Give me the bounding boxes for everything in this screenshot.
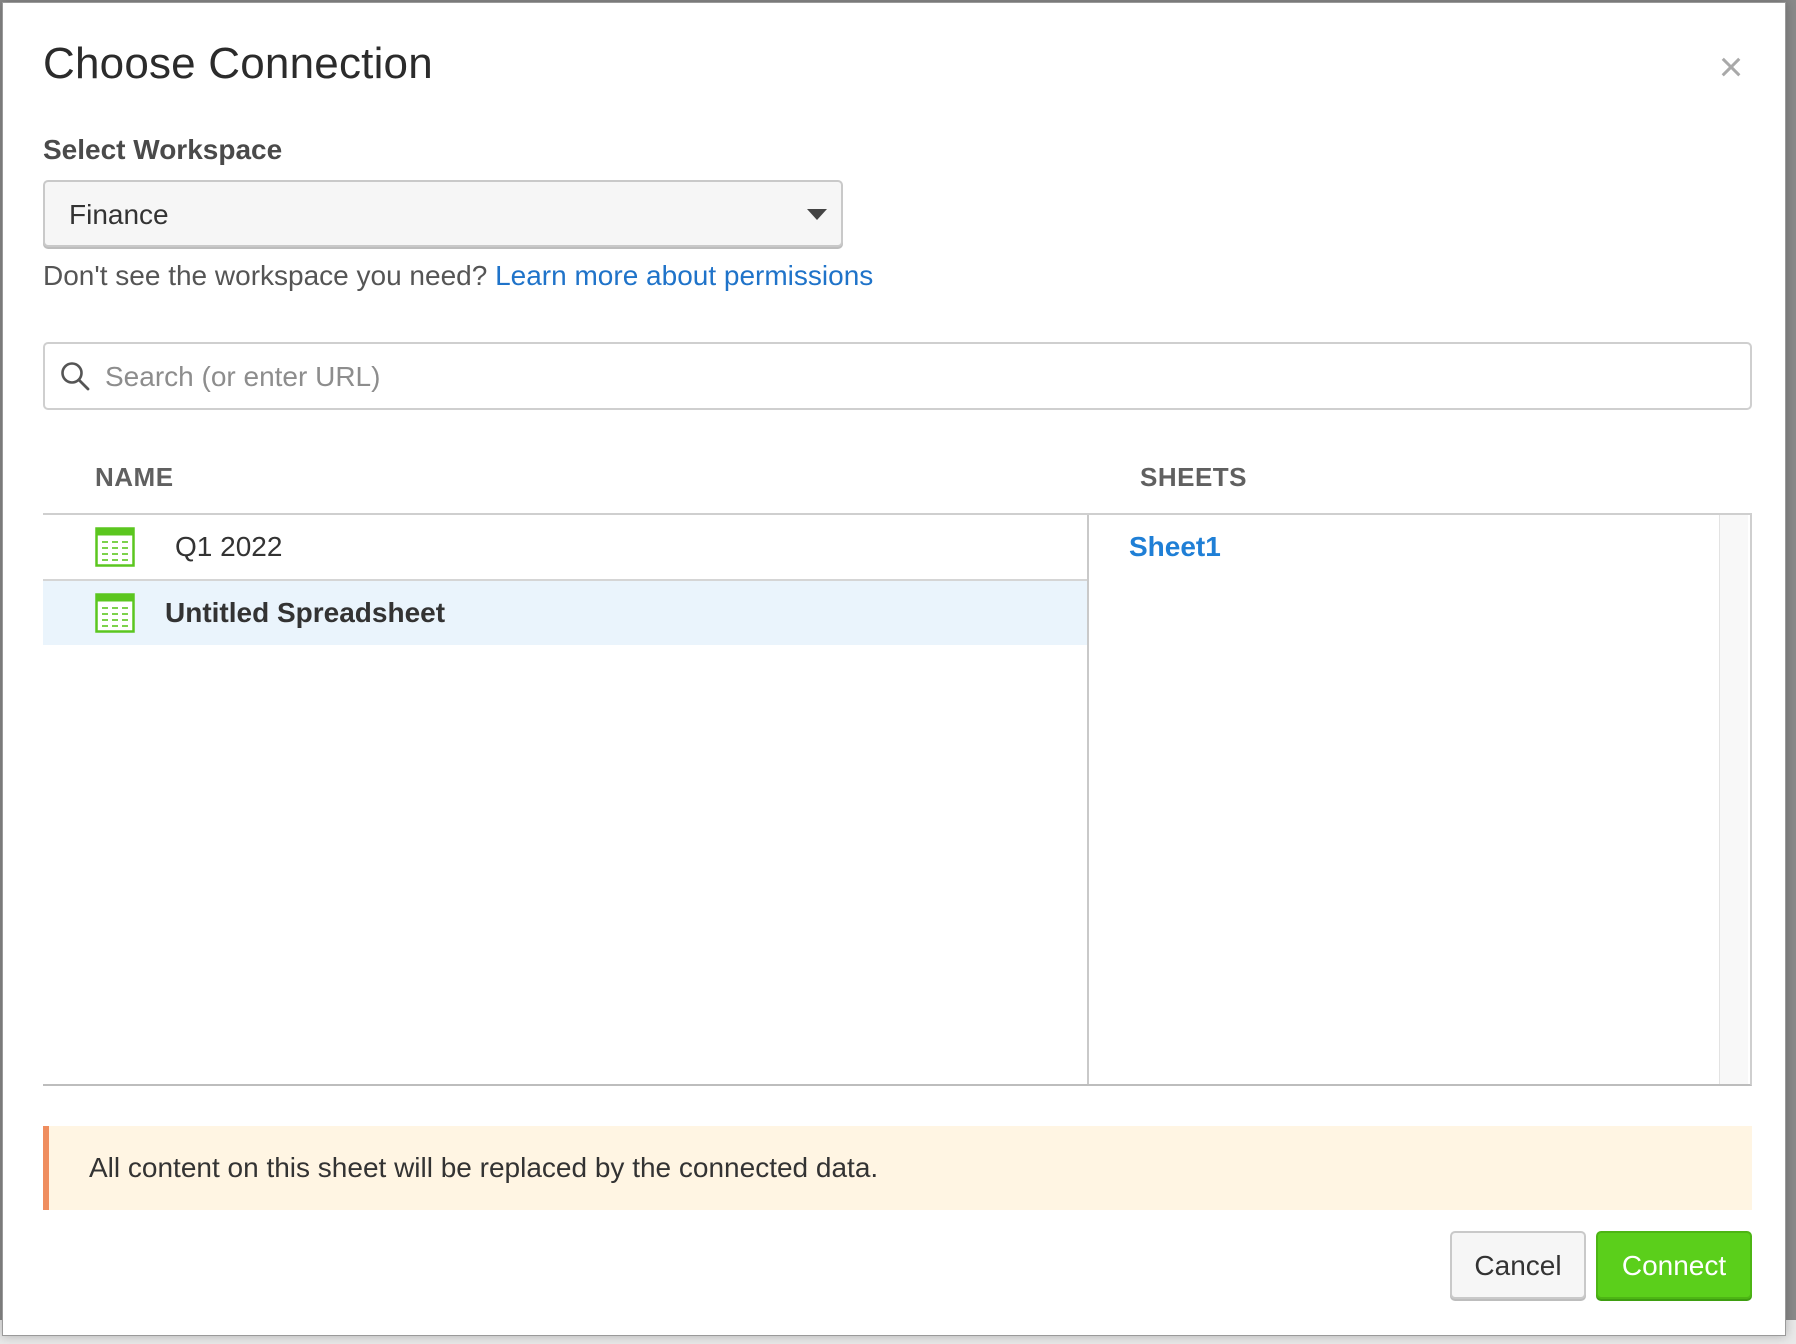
- dialog-title: Choose Connection: [43, 39, 433, 89]
- close-icon[interactable]: ×: [1711, 47, 1751, 87]
- search-box: [43, 342, 1752, 410]
- workspace-help-text: Don't see the workspace you need?: [43, 260, 487, 291]
- search-input[interactable]: [103, 352, 1727, 402]
- sheet-link[interactable]: Sheet1: [1129, 531, 1221, 563]
- name-pane: Q1 2022 Untitled Spreadsheet: [43, 515, 1089, 1084]
- spreadsheet-icon: [95, 527, 135, 567]
- row-name: Untitled Spreadsheet: [165, 597, 445, 629]
- connect-button[interactable]: Connect: [1596, 1231, 1752, 1299]
- chevron-down-icon: [807, 209, 827, 220]
- workspace-select[interactable]: Finance: [43, 180, 843, 247]
- replace-warning: All content on this sheet will be replac…: [43, 1126, 1752, 1210]
- workspace-help: Don't see the workspace you need? Learn …: [43, 260, 873, 292]
- cancel-button[interactable]: Cancel: [1450, 1231, 1586, 1299]
- file-table: Q1 2022 Untitled Spreadsheet Sheet1: [43, 513, 1752, 1086]
- sheets-pane: Sheet1: [1089, 515, 1748, 1084]
- column-header-name[interactable]: NAME: [95, 462, 174, 493]
- workspace-select-value: Finance: [69, 199, 169, 231]
- row-name: Q1 2022: [175, 531, 282, 563]
- table-row-selected[interactable]: Untitled Spreadsheet: [43, 581, 1087, 645]
- workspace-label: Select Workspace: [43, 134, 282, 166]
- spreadsheet-icon: [95, 593, 135, 633]
- search-icon: [59, 360, 91, 392]
- permissions-link[interactable]: Learn more about permissions: [495, 260, 873, 291]
- table-row[interactable]: Q1 2022: [43, 515, 1087, 581]
- column-header-sheets: SHEETS: [1140, 462, 1247, 493]
- choose-connection-dialog: Choose Connection × Select Workspace Fin…: [2, 2, 1786, 1336]
- sheets-scrollbar[interactable]: [1719, 515, 1748, 1084]
- warning-text: All content on this sheet will be replac…: [89, 1152, 878, 1184]
